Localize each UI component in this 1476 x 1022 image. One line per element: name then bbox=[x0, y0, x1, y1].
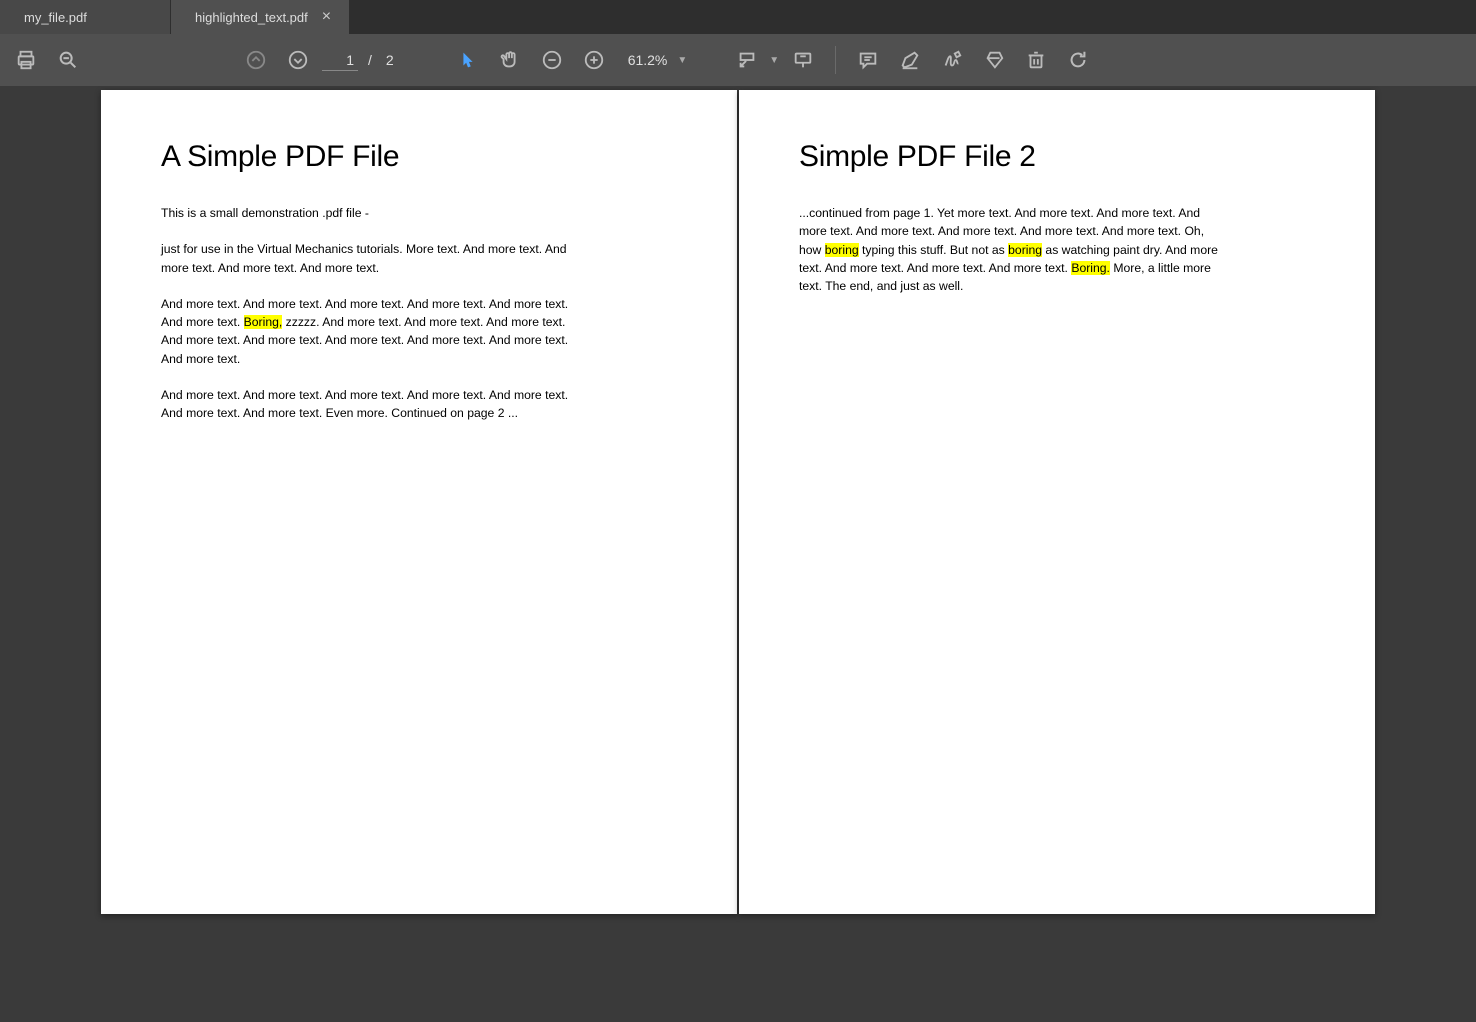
search-button[interactable] bbox=[50, 42, 86, 78]
tab-my-file[interactable]: my_file.pdf bbox=[0, 0, 170, 34]
paragraph: This is a small demonstration .pdf file … bbox=[161, 204, 581, 222]
zoom-dropdown[interactable]: 61.2% ▼ bbox=[618, 52, 698, 68]
delete-button[interactable] bbox=[1018, 42, 1054, 78]
highlighted-text: boring bbox=[825, 243, 859, 257]
toolbar: / 2 61.2% ▼ ▼ bbox=[0, 34, 1476, 86]
cursor-tool-button[interactable] bbox=[450, 42, 486, 78]
page-number-input[interactable] bbox=[322, 50, 358, 71]
close-icon[interactable]: × bbox=[322, 8, 331, 26]
zoom-out-button[interactable] bbox=[534, 42, 570, 78]
print-button[interactable] bbox=[8, 42, 44, 78]
stamp-button[interactable] bbox=[976, 42, 1012, 78]
page-title: A Simple PDF File bbox=[161, 140, 677, 174]
text: This is a small demonstration .pdf file … bbox=[161, 206, 369, 220]
toolbar-divider bbox=[835, 46, 836, 74]
tab-bar: my_file.pdf highlighted_text.pdf × bbox=[0, 0, 1476, 34]
pdf-page-1: A Simple PDF File This is a small demons… bbox=[101, 90, 737, 914]
pdf-page-2: Simple PDF File 2 ...continued from page… bbox=[739, 90, 1375, 914]
text: just for use in the Virtual Mechanics tu… bbox=[161, 242, 567, 274]
text: And more text. And more text. And more t… bbox=[161, 388, 568, 420]
hand-tool-button[interactable] bbox=[492, 42, 528, 78]
tab-label: my_file.pdf bbox=[24, 10, 87, 25]
highlighted-text: Boring. bbox=[1071, 261, 1110, 275]
chevron-down-icon: ▼ bbox=[677, 55, 687, 66]
page-down-button[interactable] bbox=[280, 42, 316, 78]
tab-label: highlighted_text.pdf bbox=[195, 10, 308, 25]
paragraph: just for use in the Virtual Mechanics tu… bbox=[161, 240, 581, 277]
page-up-button[interactable] bbox=[238, 42, 274, 78]
fit-width-button[interactable] bbox=[729, 42, 765, 78]
comment-button[interactable] bbox=[850, 42, 886, 78]
paragraph: And more text. And more text. And more t… bbox=[161, 295, 581, 368]
chevron-down-icon[interactable]: ▼ bbox=[769, 55, 779, 66]
text: typing this stuff. But not as bbox=[859, 243, 1009, 257]
paragraph: ...continued from page 1. Yet more text.… bbox=[799, 204, 1219, 295]
page-separator: / bbox=[364, 52, 376, 68]
page-title: Simple PDF File 2 bbox=[799, 140, 1315, 174]
highlighted-text: boring bbox=[1008, 243, 1042, 257]
tab-highlighted-text[interactable]: highlighted_text.pdf × bbox=[171, 0, 349, 34]
page-total: 2 bbox=[382, 52, 398, 68]
highlighted-text: Boring, bbox=[244, 315, 283, 329]
sign-button[interactable] bbox=[934, 42, 970, 78]
zoom-level: 61.2% bbox=[628, 52, 668, 68]
page-viewer[interactable]: A Simple PDF File This is a small demons… bbox=[0, 86, 1476, 1022]
zoom-in-button[interactable] bbox=[576, 42, 612, 78]
presentation-button[interactable] bbox=[785, 42, 821, 78]
rotate-button[interactable] bbox=[1060, 42, 1096, 78]
highlight-button[interactable] bbox=[892, 42, 928, 78]
paragraph: And more text. And more text. And more t… bbox=[161, 386, 581, 423]
